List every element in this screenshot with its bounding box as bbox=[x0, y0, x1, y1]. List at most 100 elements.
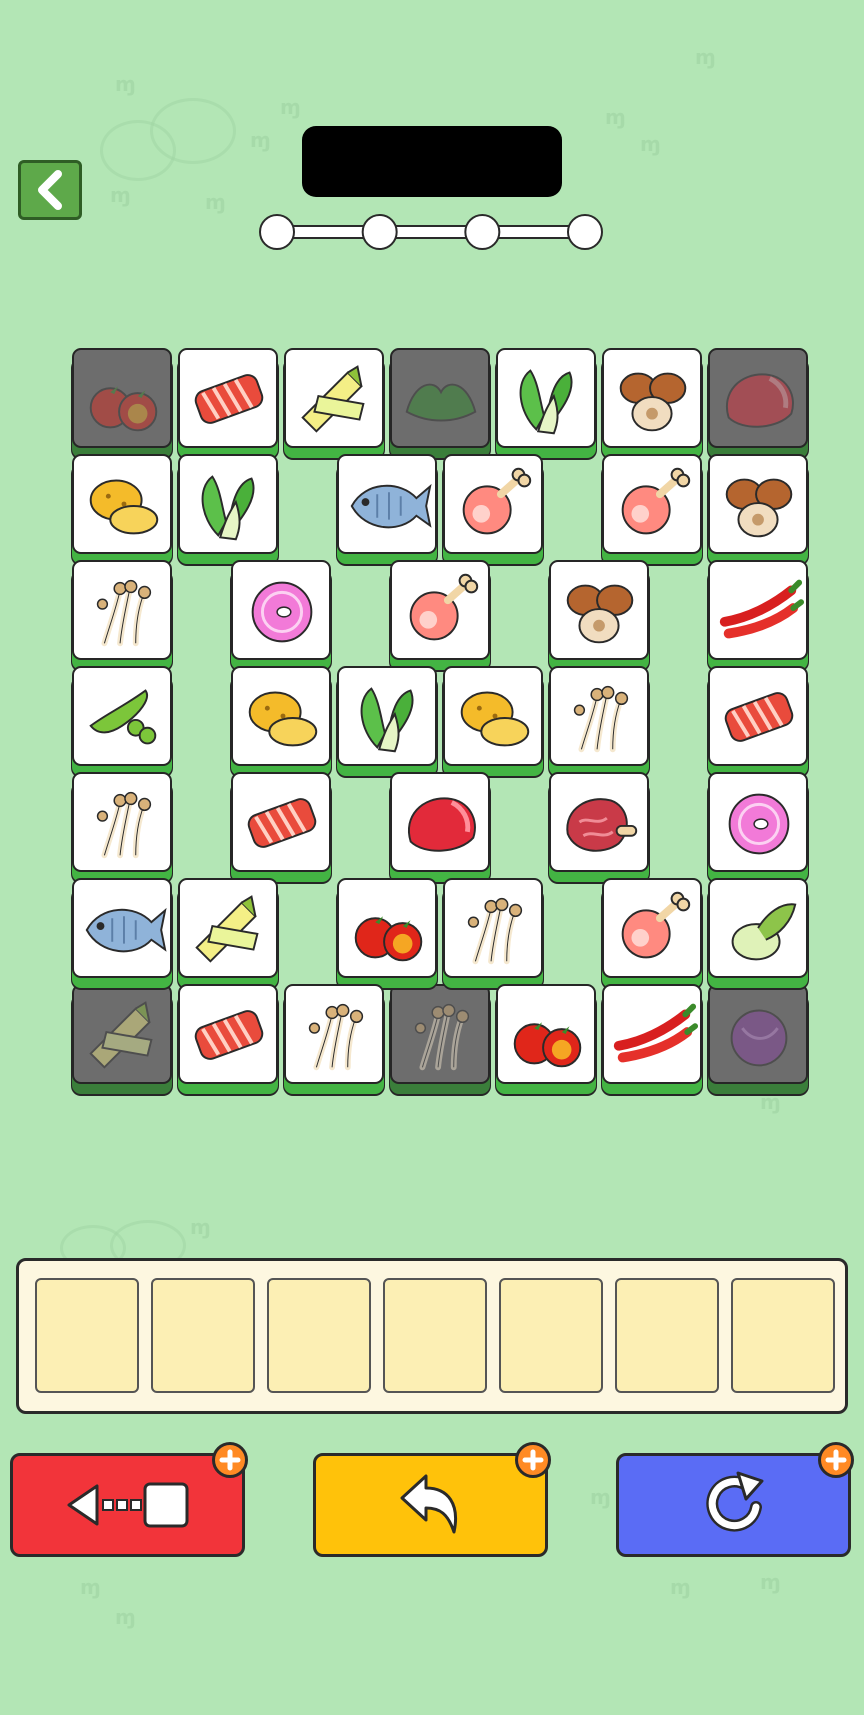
cucumber-tile[interactable] bbox=[708, 878, 808, 978]
tile-tray bbox=[16, 1258, 848, 1414]
red-cabbage-tile bbox=[708, 984, 808, 1084]
tomato-tile bbox=[72, 348, 172, 448]
enoki-tile[interactable] bbox=[443, 878, 543, 978]
lettuce-tile bbox=[390, 348, 490, 448]
bamboo-shoots-tile bbox=[72, 984, 172, 1084]
enoki-tile[interactable] bbox=[72, 560, 172, 660]
onion-tile[interactable] bbox=[708, 772, 808, 872]
ham-leg-icon bbox=[621, 467, 691, 535]
tomato-tile[interactable] bbox=[496, 984, 596, 1084]
shiitake-icon bbox=[619, 372, 687, 432]
enoki-tile bbox=[390, 984, 490, 1084]
salmon-tile[interactable] bbox=[178, 348, 278, 448]
enoki-icon bbox=[308, 1003, 364, 1071]
edamame-tile[interactable] bbox=[72, 666, 172, 766]
tray-slot bbox=[615, 1278, 719, 1393]
ham-leg-icon bbox=[462, 467, 532, 535]
enoki-tile[interactable] bbox=[549, 666, 649, 766]
chili-tile[interactable] bbox=[602, 984, 702, 1084]
potato-tile[interactable] bbox=[72, 454, 172, 554]
enoki-tile[interactable] bbox=[284, 984, 384, 1084]
bamboo-shoots-icon bbox=[89, 1001, 153, 1069]
beef-tile[interactable] bbox=[390, 772, 490, 872]
progress-step-dot bbox=[567, 214, 603, 250]
tomato-icon bbox=[354, 916, 423, 962]
bok-choy-tile[interactable] bbox=[178, 454, 278, 554]
fish-tile[interactable] bbox=[337, 454, 437, 554]
tray-slot bbox=[267, 1278, 371, 1393]
progress-step-dot bbox=[259, 214, 295, 250]
enoki-icon bbox=[96, 579, 152, 647]
chili-icon bbox=[719, 579, 805, 639]
onion-icon bbox=[728, 793, 790, 855]
potato-icon bbox=[248, 691, 318, 747]
ham-leg-tile[interactable] bbox=[602, 454, 702, 554]
shiitake-tile[interactable] bbox=[708, 454, 808, 554]
shiitake-tile[interactable] bbox=[602, 348, 702, 448]
enoki-icon bbox=[573, 685, 629, 753]
back-button[interactable] bbox=[18, 160, 82, 220]
salmon-icon bbox=[247, 798, 317, 848]
salmon-tile[interactable] bbox=[708, 666, 808, 766]
shuffle-button[interactable] bbox=[616, 1442, 854, 1557]
bok-choy-icon bbox=[201, 475, 255, 541]
potato-tile[interactable] bbox=[231, 666, 331, 766]
chevron-left-icon bbox=[38, 170, 62, 210]
add-shuffle-plus-icon[interactable] bbox=[818, 1442, 854, 1478]
tile-board bbox=[72, 348, 812, 1084]
bamboo-shoots-tile[interactable] bbox=[178, 878, 278, 978]
tray-slot bbox=[499, 1278, 603, 1393]
tray-slot bbox=[383, 1278, 487, 1393]
tomato-icon bbox=[89, 386, 158, 432]
progress-step-dot bbox=[464, 214, 501, 250]
progress-step-dot bbox=[361, 214, 398, 250]
edamame-icon bbox=[89, 689, 157, 745]
beef-tile bbox=[708, 348, 808, 448]
tomato-tile[interactable] bbox=[337, 878, 437, 978]
add-undo-plus-icon[interactable] bbox=[515, 1442, 551, 1478]
bok-choy-tile[interactable] bbox=[337, 666, 437, 766]
level-title-redacted bbox=[302, 126, 562, 197]
cucumber-icon bbox=[731, 903, 797, 961]
fish-tile[interactable] bbox=[72, 878, 172, 978]
potato-tile[interactable] bbox=[443, 666, 543, 766]
bamboo-shoots-tile[interactable] bbox=[284, 348, 384, 448]
salmon-icon bbox=[194, 1010, 264, 1060]
level-progress-bar bbox=[259, 214, 603, 250]
potato-icon bbox=[460, 691, 530, 747]
tray-slot bbox=[35, 1278, 139, 1393]
ham-leg-tile[interactable] bbox=[443, 454, 543, 554]
potato-icon bbox=[89, 479, 159, 535]
tomato-icon bbox=[513, 1022, 582, 1068]
beef-icon bbox=[726, 373, 794, 428]
tray-slot bbox=[151, 1278, 255, 1393]
enoki-icon bbox=[414, 1003, 470, 1071]
fish-icon bbox=[350, 483, 432, 529]
bok-choy-tile[interactable] bbox=[496, 348, 596, 448]
onion-icon bbox=[251, 581, 313, 643]
chili-icon bbox=[613, 1003, 699, 1063]
ham-leg-tile[interactable] bbox=[390, 560, 490, 660]
undo-button[interactable] bbox=[313, 1442, 551, 1557]
salmon-icon bbox=[724, 692, 794, 742]
salmon-icon bbox=[194, 374, 264, 424]
steak-tile[interactable] bbox=[549, 772, 649, 872]
onion-tile[interactable] bbox=[231, 560, 331, 660]
enoki-icon bbox=[467, 897, 523, 965]
shiitake-tile[interactable] bbox=[549, 560, 649, 660]
bok-choy-icon bbox=[360, 687, 414, 753]
lettuce-icon bbox=[405, 383, 477, 422]
add-move-out-plus-icon[interactable] bbox=[212, 1442, 248, 1478]
salmon-tile[interactable] bbox=[178, 984, 278, 1084]
move-out-icon bbox=[67, 1482, 188, 1528]
move-out-button[interactable] bbox=[10, 1442, 248, 1557]
fish-icon bbox=[85, 907, 167, 953]
beef-icon bbox=[408, 797, 476, 852]
tray-slot bbox=[731, 1278, 835, 1393]
salmon-tile[interactable] bbox=[231, 772, 331, 872]
enoki-tile[interactable] bbox=[72, 772, 172, 872]
chili-tile[interactable] bbox=[708, 560, 808, 660]
shuffle-icon bbox=[705, 1471, 763, 1532]
ham-leg-icon bbox=[409, 573, 479, 641]
ham-leg-tile[interactable] bbox=[602, 878, 702, 978]
